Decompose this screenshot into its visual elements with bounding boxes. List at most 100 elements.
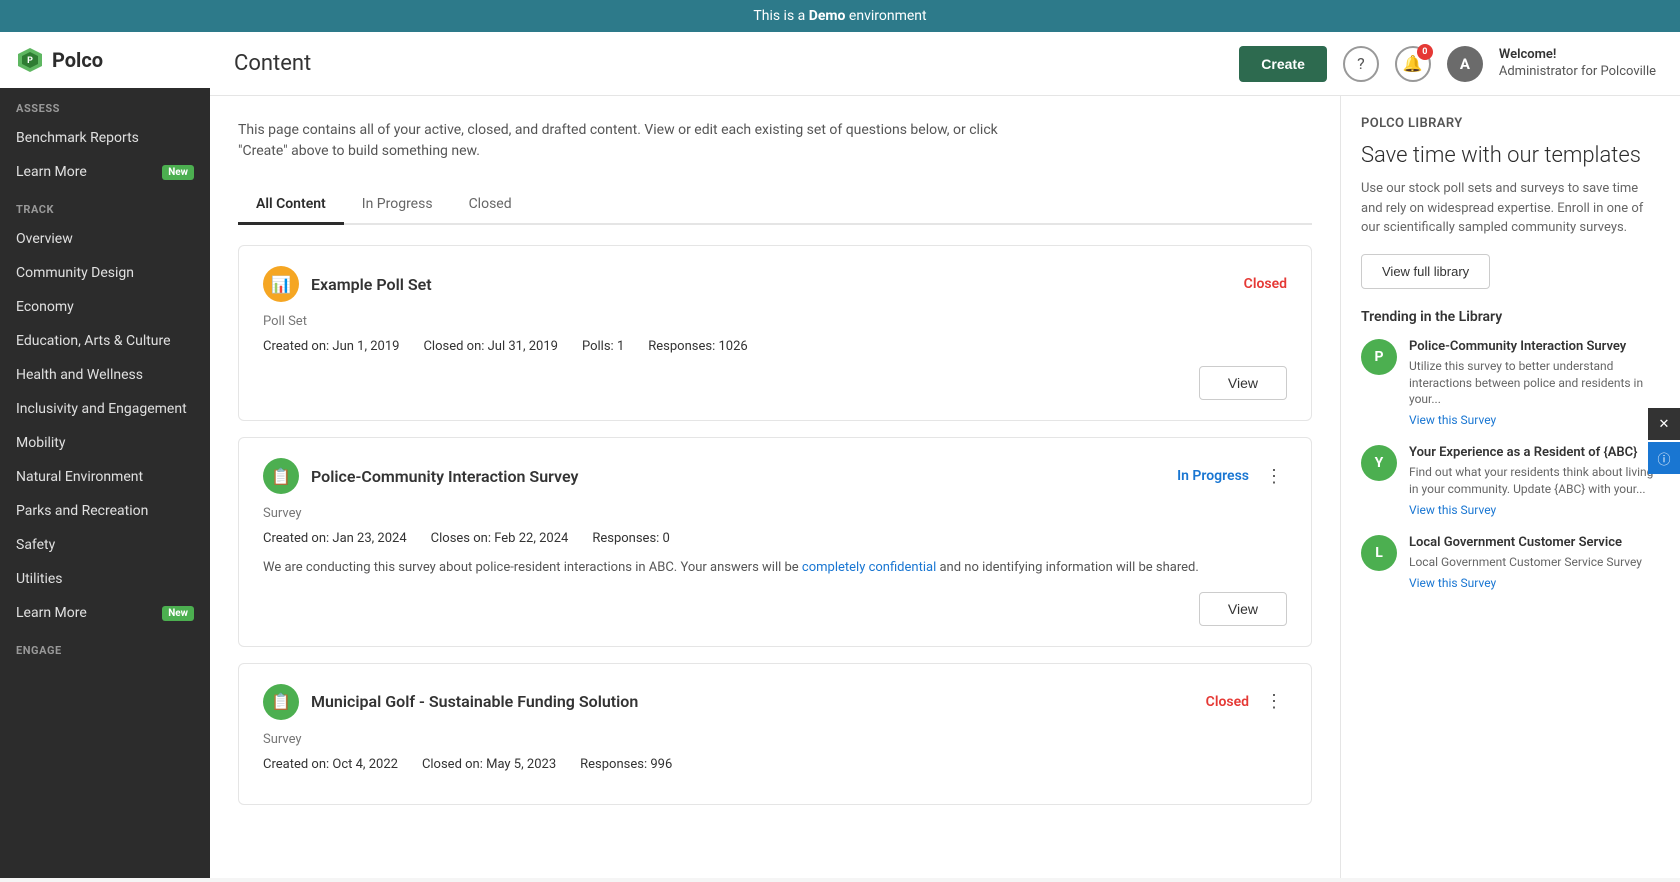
view-survey-link-local-gov[interactable]: View this Survey [1409,576,1660,590]
trending-item-resident: Y Your Experience as a Resident of {ABC}… [1361,445,1660,517]
welcome-text: Welcome! Administrator for Polcoville [1499,47,1656,81]
sidebar-item-education[interactable]: Education, Arts & Culture [0,324,210,358]
confidential-text: completely confidential [802,560,936,575]
poll-set-icon: 📊 [263,266,299,302]
sidebar-section-assess: ASSESS [0,88,210,121]
trending-title: Trending in the Library [1361,309,1660,325]
sidebar-logo-text: Polco [52,48,103,72]
sidebar-item-benchmark-reports[interactable]: Benchmark Reports [0,121,210,155]
demo-banner: This is a Demo environment [0,0,1680,32]
page-description: This page contains all of your active, c… [238,120,1038,162]
municipal-golf-closed: Closed on: May 5, 2023 [422,757,556,772]
police-survey-meta: Created on: Jan 23, 2024 Closes on: Feb … [263,531,1287,546]
police-survey-responses: Responses: 0 [592,531,670,546]
trending-item-police: P Police-Community Interaction Survey Ut… [1361,339,1660,427]
sidebar-item-health-wellness[interactable]: Health and Wellness [0,358,210,392]
trending-item-desc-police: Utilize this survey to better understand… [1409,358,1660,408]
sidebar-item-utilities[interactable]: Utilities [0,562,210,596]
police-survey-created: Created on: Jan 23, 2024 [263,531,407,546]
trending-item-desc-local-gov: Local Government Customer Service Survey [1409,554,1660,571]
poll-set-polls: Polls: 1 [582,339,624,354]
new-badge-assess: New [162,165,194,180]
poll-set-view-button[interactable]: View [1199,366,1287,400]
police-survey-type: Survey [263,506,1287,521]
sidebar-item-overview[interactable]: Overview [0,222,210,256]
municipal-golf-title: Municipal Golf - Sustainable Funding Sol… [311,692,638,711]
sidebar-section-engage: ENGAGE [0,630,210,663]
trending-item-title-resident: Your Experience as a Resident of {ABC} [1409,445,1660,460]
help-icon: ? [1357,54,1365,73]
svg-text:P: P [27,56,33,66]
trending-icon-resident: Y [1361,445,1397,481]
municipal-golf-menu[interactable]: ⋮ [1261,691,1287,712]
poll-set-closed: Closed on: Jul 31, 2019 [423,339,558,354]
sidebar: P Polco ASSESS Benchmark Reports Learn M… [0,32,210,878]
top-header: Content Create ? 🔔 0 A Welcome! Administ… [210,32,1680,96]
library-label: Polco Library [1361,116,1660,131]
view-library-button[interactable]: View full library [1361,254,1490,289]
municipal-golf-status: Closed [1206,694,1249,710]
floating-btn-info[interactable]: ⓘ [1648,442,1680,474]
sidebar-item-learn-more-track[interactable]: Learn More New [0,596,210,630]
trending-item-local-gov: L Local Government Customer Service Loca… [1361,535,1660,590]
sidebar-item-safety[interactable]: Safety [0,528,210,562]
tab-closed[interactable]: Closed [451,186,530,225]
poll-set-title: Example Poll Set [311,275,432,294]
municipal-golf-meta: Created on: Oct 4, 2022 Closed on: May 5… [263,757,1287,772]
trending-icon-local-gov: L [1361,535,1397,571]
municipal-golf-created: Created on: Oct 4, 2022 [263,757,398,772]
avatar-button[interactable]: A [1447,46,1483,82]
trending-item-title-local-gov: Local Government Customer Service [1409,535,1660,550]
sidebar-item-mobility[interactable]: Mobility [0,426,210,460]
view-survey-link-police[interactable]: View this Survey [1409,413,1660,427]
poll-set-created: Created on: Jun 1, 2019 [263,339,399,354]
poll-set-status: Closed [1244,276,1287,292]
municipal-golf-icon: 📋 [263,684,299,720]
tab-all-content[interactable]: All Content [238,186,344,225]
header-right: Create ? 🔔 0 A Welcome! Administrator fo… [1239,46,1656,82]
trending-icon-police: P [1361,339,1397,375]
police-survey-closes: Closes on: Feb 22, 2024 [431,531,569,546]
police-survey-status: In Progress [1177,468,1249,484]
content-card-poll-set: 📊 Example Poll Set Closed Poll Set Creat… [238,245,1312,421]
save-time-heading: Save time with our templates [1361,143,1660,169]
page-title: Content [234,51,311,76]
sidebar-item-parks-recreation[interactable]: Parks and Recreation [0,494,210,528]
main-content: This page contains all of your active, c… [210,96,1340,878]
municipal-golf-responses: Responses: 996 [580,757,672,772]
save-time-card: Save time with our templates Use our sto… [1361,143,1660,289]
poll-set-meta: Created on: Jun 1, 2019 Closed on: Jul 3… [263,339,1287,354]
help-button[interactable]: ? [1343,46,1379,82]
create-button[interactable]: Create [1239,46,1327,82]
sidebar-logo: P Polco [0,32,210,88]
content-card-municipal-golf: 📋 Municipal Golf - Sustainable Funding S… [238,663,1312,805]
poll-set-type: Poll Set [263,314,1287,329]
sidebar-section-track: TRACK [0,189,210,222]
police-survey-icon: 📋 [263,458,299,494]
sidebar-item-economy[interactable]: Economy [0,290,210,324]
view-survey-link-resident[interactable]: View this Survey [1409,503,1660,517]
content-tabs: All Content In Progress Closed [238,186,1312,225]
municipal-golf-type: Survey [263,732,1287,747]
police-survey-title: Police-Community Interaction Survey [311,467,578,486]
sidebar-item-learn-more-assess[interactable]: Learn More New [0,155,210,189]
police-survey-description: We are conducting this survey about poli… [263,558,1287,578]
floating-side-buttons: ✕ ⓘ [1648,408,1680,474]
floating-btn-close[interactable]: ✕ [1648,408,1680,440]
tab-in-progress[interactable]: In Progress [344,186,451,225]
sidebar-item-inclusivity[interactable]: Inclusivity and Engagement [0,392,210,426]
poll-set-responses: Responses: 1026 [648,339,747,354]
police-survey-status-area: In Progress ⋮ [1177,466,1287,487]
police-survey-menu[interactable]: ⋮ [1261,466,1287,487]
municipal-golf-status-area: Closed ⋮ [1206,691,1287,712]
right-panel: Polco Library Save time with our templat… [1340,96,1680,878]
notifications-button[interactable]: 🔔 0 [1395,46,1431,82]
content-card-police-survey: 📋 Police-Community Interaction Survey In… [238,437,1312,647]
sidebar-item-community-design[interactable]: Community Design [0,256,210,290]
notification-badge: 0 [1417,44,1433,60]
polco-logo-icon: P [16,46,44,74]
sidebar-item-natural-environment[interactable]: Natural Environment [0,460,210,494]
trending-item-desc-resident: Find out what your residents think about… [1409,464,1660,498]
trending-item-title-police: Police-Community Interaction Survey [1409,339,1660,354]
police-survey-view-button[interactable]: View [1199,592,1287,626]
